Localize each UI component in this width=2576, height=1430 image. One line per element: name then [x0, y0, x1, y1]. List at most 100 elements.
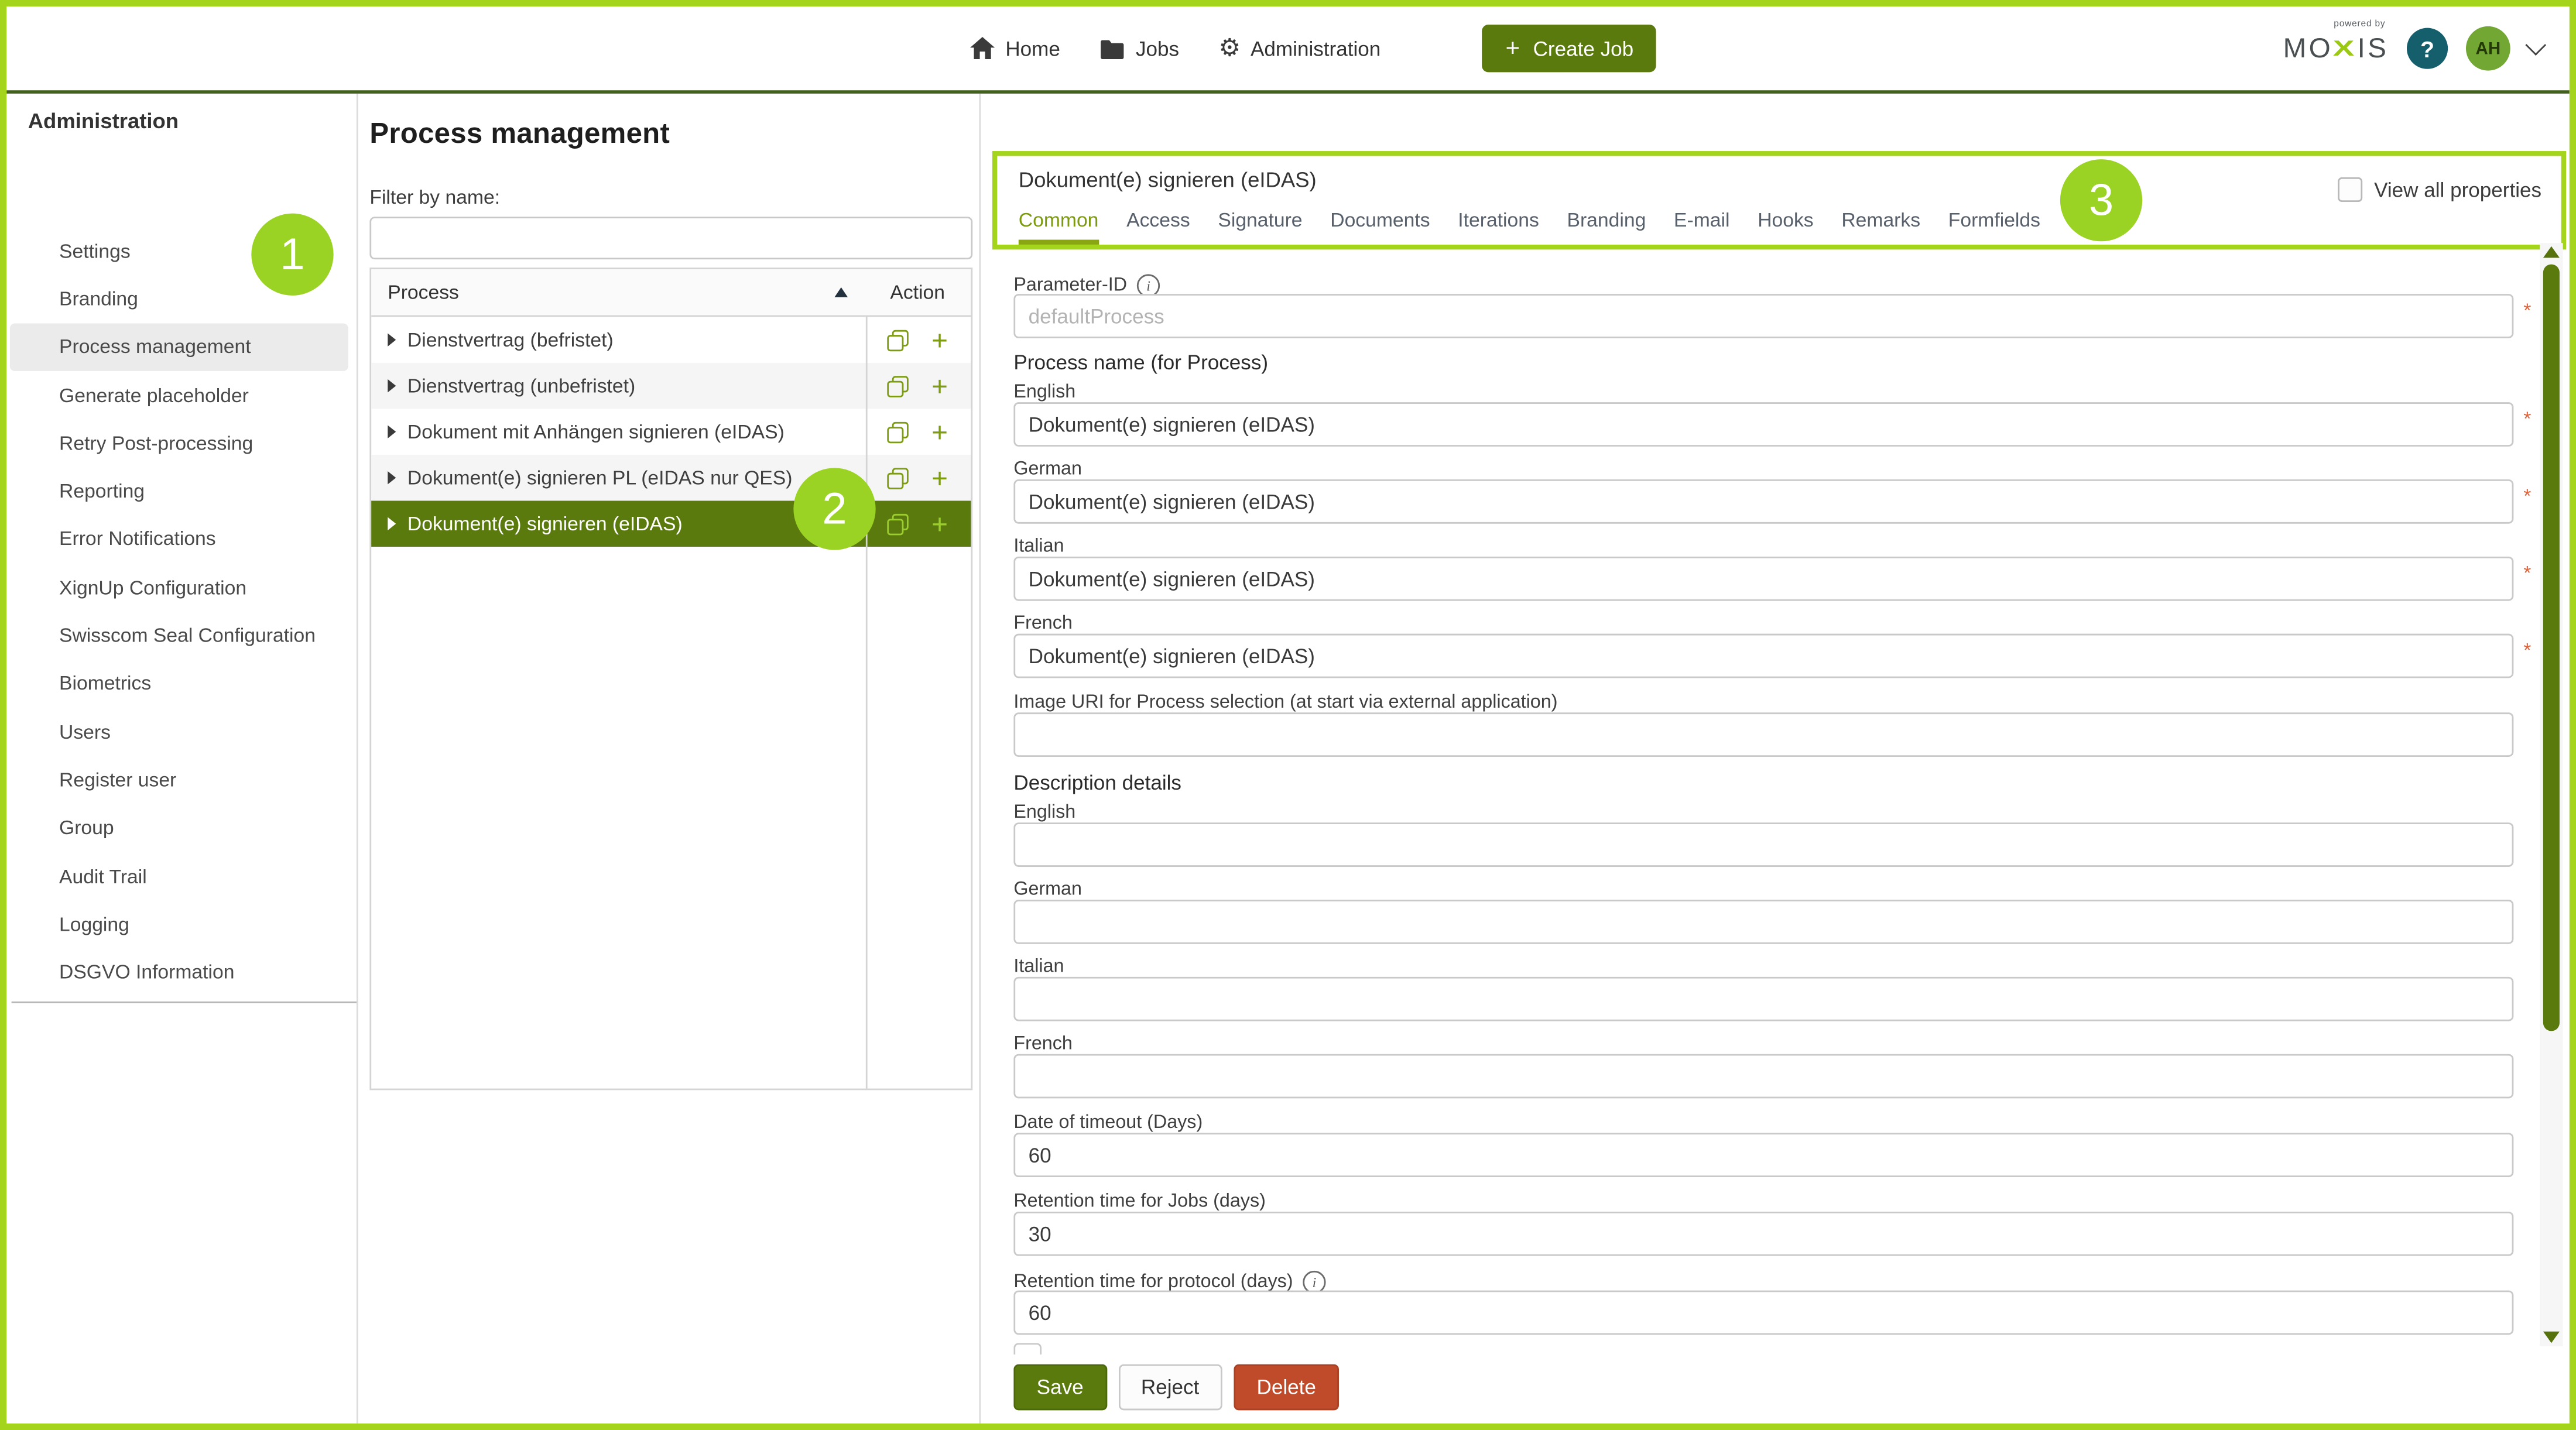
name-english-input[interactable] [1013, 402, 2513, 447]
name-german-input[interactable] [1013, 479, 2513, 524]
delete-button[interactable]: Delete [1234, 1364, 1339, 1411]
page-title: Process management [369, 116, 972, 151]
description-english-input[interactable] [1013, 822, 2513, 867]
tab-hooks[interactable]: Hooks [1758, 208, 1813, 245]
retention-jobs-label: Retention time for Jobs (days) [1013, 1192, 1265, 1212]
sidebar-item-xignup-configuration[interactable]: XignUp Configuration [10, 563, 348, 611]
copy-icon[interactable] [887, 468, 907, 488]
process-panel: Process management Filter by name: Proce… [369, 94, 972, 1090]
tab-documents[interactable]: Documents [1330, 208, 1430, 245]
nav-home[interactable]: Home [970, 36, 1060, 61]
view-all-properties-checkbox[interactable] [2338, 177, 2362, 202]
vertical-scrollbar[interactable] [2540, 243, 2563, 1346]
sidebar-item-biometrics[interactable]: Biometrics [10, 660, 348, 708]
action-column-header: Action [864, 281, 971, 304]
description-french-input[interactable] [1013, 1054, 2513, 1099]
scrollbar-thumb[interactable] [2543, 265, 2560, 1031]
table-row[interactable]: Dokument(e) signieren PL (eIDAS nur QES)… [371, 455, 971, 501]
required-marker: * [2523, 407, 2531, 430]
nav-administration[interactable]: ⚙ Administration [1218, 36, 1381, 61]
nav-jobs[interactable]: Jobs [1099, 37, 1179, 60]
sidebar-item-group[interactable]: Group [10, 804, 348, 852]
name-italian-input[interactable] [1013, 557, 2513, 601]
copy-icon[interactable] [887, 422, 907, 442]
name-french-label: French [1013, 614, 1072, 634]
callout-3: 3 [2060, 159, 2142, 241]
sidebar-item-swisscom-seal-configuration[interactable]: Swisscom Seal Configuration [10, 611, 348, 659]
avatar[interactable]: AH [2466, 26, 2510, 71]
tab-remarks[interactable]: Remarks [1841, 208, 1920, 245]
add-icon[interactable]: + [931, 510, 948, 538]
sidebar-item-process-management[interactable]: Process management [10, 323, 348, 371]
tab-formfields[interactable]: Formfields [1948, 208, 2040, 245]
sidebar-item-dsgvo-information[interactable]: DSGVO Information [10, 948, 348, 996]
copy-icon[interactable] [887, 376, 907, 396]
nav-home-label: Home [1005, 37, 1060, 60]
add-icon[interactable]: + [931, 372, 948, 400]
timeout-input[interactable] [1013, 1133, 2513, 1177]
create-job-label: Create Job [1533, 37, 1634, 60]
logo-text-right: IS [2358, 35, 2389, 63]
tab-branding[interactable]: Branding [1567, 208, 1646, 245]
description-english-label: English [1013, 803, 1075, 823]
table-header-row: Process Action [371, 269, 971, 317]
required-marker: * [2523, 484, 2531, 507]
save-button[interactable]: Save [1013, 1364, 1107, 1411]
sidebar-item-error-notifications[interactable]: Error Notifications [10, 515, 348, 563]
copy-icon[interactable] [887, 514, 907, 534]
detail-title: Dokument(e) signieren (eIDAS) [1019, 167, 1317, 192]
tab-common[interactable]: Common [1019, 208, 1099, 245]
tab-signature[interactable]: Signature [1218, 208, 1302, 245]
filter-input[interactable] [369, 217, 972, 259]
parameter-id-label: Parameter-ID [1013, 276, 1127, 296]
form-actions: Save Reject Delete [1013, 1364, 1339, 1411]
process-column-header[interactable]: Process [371, 281, 864, 304]
sidebar-item-users[interactable]: Users [10, 708, 348, 756]
sidebar-item-retry-post-processing[interactable]: Retry Post-processing [10, 419, 348, 467]
description-german-input[interactable] [1013, 900, 2513, 944]
table-row[interactable]: Dokument mit Anhängen signieren (eIDAS) … [371, 409, 971, 455]
callout-1: 1 [251, 214, 333, 296]
row-expand-caret-icon[interactable] [388, 333, 396, 346]
row-expand-caret-icon[interactable] [388, 425, 396, 438]
copy-icon[interactable] [887, 330, 907, 350]
create-job-button[interactable]: + Create Job [1482, 25, 1656, 72]
scroll-down-icon[interactable] [2543, 1332, 2560, 1343]
sidebar-item-register-user[interactable]: Register user [10, 756, 348, 804]
sidebar-item-generate-placeholder[interactable]: Generate placeholder [10, 371, 348, 419]
retention-protocol-input[interactable] [1013, 1291, 2513, 1335]
plus-icon: + [1506, 36, 1520, 61]
row-expand-caret-icon[interactable] [388, 517, 396, 530]
table-row[interactable]: Dienstvertrag (unbefristet) + [371, 363, 971, 409]
divider-middle [979, 94, 981, 1424]
parameter-id-input[interactable] [1013, 294, 2513, 338]
top-navbar: Home Jobs ⚙ Administration + Create Job … [6, 6, 2570, 94]
process-table: Process Action Dienstvertrag (befristet)… [369, 268, 972, 1090]
row-expand-caret-icon[interactable] [388, 471, 396, 484]
chevron-down-icon[interactable] [2525, 35, 2546, 56]
add-icon[interactable]: + [931, 326, 948, 354]
scroll-up-icon[interactable] [2543, 246, 2560, 258]
row-expand-caret-icon[interactable] [388, 379, 396, 392]
name-french-input[interactable] [1013, 634, 2513, 678]
add-icon[interactable]: + [931, 418, 948, 446]
add-icon[interactable]: + [931, 464, 948, 492]
tab-iterations[interactable]: Iterations [1458, 208, 1539, 245]
sidebar-divider [12, 1002, 358, 1003]
sidebar-item-audit-trail[interactable]: Audit Trail [10, 852, 348, 900]
table-row[interactable]: Dienstvertrag (befristet) + [371, 317, 971, 363]
filter-label: Filter by name: [369, 186, 972, 208]
sidebar-item-reporting[interactable]: Reporting [10, 467, 348, 515]
tab-access[interactable]: Access [1126, 208, 1190, 245]
image-uri-input[interactable] [1013, 712, 2513, 757]
reject-button[interactable]: Reject [1118, 1364, 1222, 1411]
table-row-selected[interactable]: Dokument(e) signieren (eIDAS) + [371, 500, 971, 547]
retention-jobs-input[interactable] [1013, 1212, 2513, 1256]
jobs-folder-icon [1099, 37, 1126, 60]
help-button[interactable]: ? [2407, 28, 2448, 69]
nav-jobs-label: Jobs [1136, 37, 1179, 60]
description-italian-input[interactable] [1013, 977, 2513, 1021]
column-divider [866, 269, 868, 1089]
sidebar-item-logging[interactable]: Logging [10, 900, 348, 948]
tab-email[interactable]: E-mail [1674, 208, 1729, 245]
